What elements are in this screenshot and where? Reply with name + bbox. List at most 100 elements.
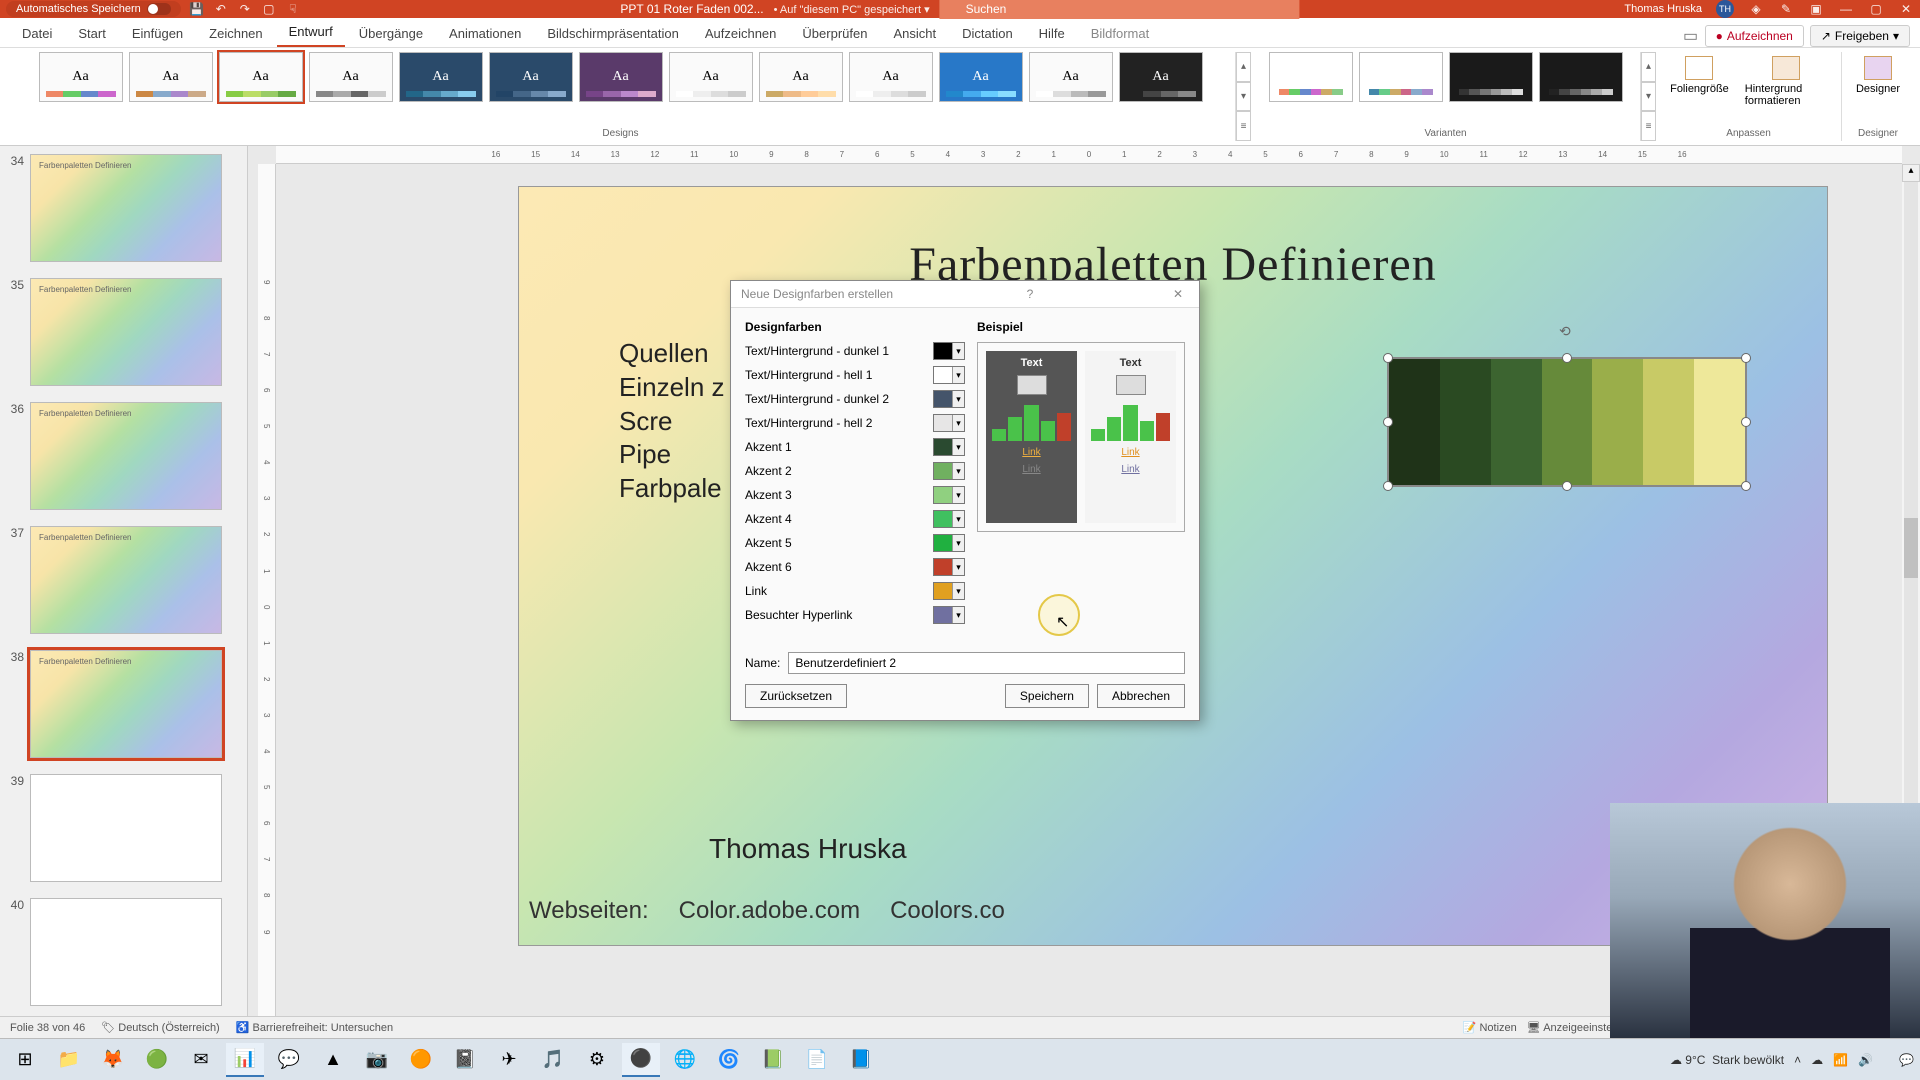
tab-ansicht[interactable]: Ansicht	[881, 20, 948, 47]
user-name[interactable]: Thomas Hruska	[1624, 3, 1702, 15]
theme-gallery-nav[interactable]: ▴▾≡	[1236, 52, 1251, 141]
color-picker-button[interactable]: ▾	[933, 390, 965, 408]
outlook-icon[interactable]: ✉	[182, 1043, 220, 1077]
share-button[interactable]: ↗ Freigeben ▾	[1810, 25, 1910, 47]
slide-position[interactable]: Folie 38 von 46	[10, 1022, 85, 1034]
variant-thumb[interactable]	[1449, 52, 1533, 102]
diamond-icon[interactable]: ◈	[1748, 1, 1764, 17]
slide-thumbnail[interactable]: Farbenpaletten Definieren	[30, 154, 222, 262]
theme-thumb[interactable]: Aa	[219, 52, 303, 102]
color-picker-button[interactable]: ▾	[933, 414, 965, 432]
theme-thumb[interactable]: Aa	[669, 52, 753, 102]
slide-thumbnail[interactable]	[30, 898, 222, 1006]
app-icon[interactable]: 🌐	[666, 1043, 704, 1077]
language-status[interactable]: 🏷 Deutsch (Österreich)	[101, 1021, 220, 1034]
weather-widget[interactable]: ☁ 9°C Stark bewölkt	[1670, 1053, 1784, 1067]
vlc-icon[interactable]: ▲	[314, 1043, 352, 1077]
app-icon[interactable]: 🟠	[402, 1043, 440, 1077]
accessibility-status[interactable]: ♿ Barrierefreiheit: Untersuchen	[236, 1021, 393, 1034]
collapse-ribbon-icon[interactable]: ▭	[1683, 28, 1699, 44]
variant-thumb[interactable]	[1359, 52, 1443, 102]
slide-body-text[interactable]: QuellenEinzeln zScrePipeFarbpale	[619, 337, 725, 506]
color-picker-button[interactable]: ▾	[933, 558, 965, 576]
tab-hilfe[interactable]: Hilfe	[1027, 20, 1077, 47]
color-picker-button[interactable]: ▾	[933, 606, 965, 624]
notifications-icon[interactable]: 💬	[1899, 1053, 1914, 1067]
theme-name-input[interactable]	[788, 652, 1185, 674]
slide-size-button[interactable]: Foliengröße	[1662, 52, 1737, 111]
powerpoint-icon[interactable]: 📊	[226, 1043, 264, 1077]
theme-thumb[interactable]: Aa	[939, 52, 1023, 102]
avatar[interactable]: TH	[1716, 0, 1734, 18]
telegram-icon[interactable]: ✈	[490, 1043, 528, 1077]
theme-thumb[interactable]: Aa	[399, 52, 483, 102]
variant-gallery[interactable]	[1269, 52, 1623, 102]
app-icon[interactable]: 💬	[270, 1043, 308, 1077]
tab-zeichnen[interactable]: Zeichnen	[197, 20, 274, 47]
theme-gallery[interactable]: AaAaAaAaAaAaAaAaAaAaAaAaAa	[39, 52, 1203, 102]
color-picker-button[interactable]: ▾	[933, 510, 965, 528]
tab-datei[interactable]: Datei	[10, 20, 64, 47]
tab-entwurf[interactable]: Entwurf	[277, 18, 345, 47]
save-button[interactable]: Speichern	[1005, 684, 1089, 708]
app-icon[interactable]: 📄	[798, 1043, 836, 1077]
color-picker-button[interactable]: ▾	[933, 342, 965, 360]
tray-chevron-icon[interactable]: ˄	[1794, 1053, 1801, 1067]
dialog-close-icon[interactable]: ✕	[1167, 287, 1189, 301]
reset-button[interactable]: Zurücksetzen	[745, 684, 847, 708]
theme-thumb[interactable]: Aa	[579, 52, 663, 102]
variant-thumb[interactable]	[1269, 52, 1353, 102]
tab-start[interactable]: Start	[66, 20, 117, 47]
from-start-icon[interactable]: ▢	[261, 1, 277, 17]
obs-icon[interactable]: ⚫	[622, 1043, 660, 1077]
theme-thumb[interactable]: Aa	[129, 52, 213, 102]
tab-aufzeichnen[interactable]: Aufzeichnen	[693, 20, 789, 47]
redo-icon[interactable]: ↷	[237, 1, 253, 17]
designer-button[interactable]: Designer	[1848, 52, 1908, 99]
cancel-button[interactable]: Abbrechen	[1097, 684, 1185, 708]
touch-icon[interactable]: ☟	[285, 1, 301, 17]
edge-icon[interactable]: 🌀	[710, 1043, 748, 1077]
tab-uebergaenge[interactable]: Übergänge	[347, 20, 435, 47]
palette-image[interactable]: ⟲	[1387, 357, 1747, 487]
slide-author[interactable]: Thomas Hruska	[709, 833, 907, 865]
tab-dictation[interactable]: Dictation	[950, 20, 1025, 47]
firefox-icon[interactable]: 🦊	[94, 1043, 132, 1077]
variant-gallery-nav[interactable]: ▴▾≡	[1641, 52, 1656, 141]
color-picker-button[interactable]: ▾	[933, 486, 965, 504]
document-title[interactable]: PPT 01 Roter Faden 002...	[620, 2, 763, 16]
rotate-handle-icon[interactable]: ⟲	[1559, 323, 1571, 340]
window-icon[interactable]: ▣	[1808, 1, 1824, 17]
toggle-off-icon[interactable]	[147, 3, 171, 15]
color-picker-button[interactable]: ▾	[933, 534, 965, 552]
app-icon[interactable]: ⚙	[578, 1043, 616, 1077]
maximize-icon[interactable]: ▢	[1868, 1, 1884, 17]
theme-thumb[interactable]: Aa	[39, 52, 123, 102]
tab-ueberpruefen[interactable]: Überprüfen	[790, 20, 879, 47]
app-icon[interactable]: 📷	[358, 1043, 396, 1077]
color-picker-button[interactable]: ▾	[933, 462, 965, 480]
undo-icon[interactable]: ↶	[213, 1, 229, 17]
tab-bildformat[interactable]: Bildformat	[1079, 20, 1162, 47]
minimize-icon[interactable]: —	[1838, 1, 1854, 17]
chrome-icon[interactable]: 🟢	[138, 1043, 176, 1077]
dialog-titlebar[interactable]: Neue Designfarben erstellen ? ✕	[731, 281, 1199, 308]
theme-thumb[interactable]: Aa	[849, 52, 933, 102]
record-button[interactable]: ● Aufzeichnen	[1705, 25, 1804, 47]
color-picker-button[interactable]: ▾	[933, 366, 965, 384]
theme-thumb[interactable]: Aa	[1029, 52, 1113, 102]
autosave-toggle[interactable]: Automatisches Speichern	[6, 1, 181, 17]
theme-thumb[interactable]: Aa	[759, 52, 843, 102]
close-icon[interactable]: ✕	[1898, 1, 1914, 17]
save-icon[interactable]: 💾	[189, 1, 205, 17]
explorer-icon[interactable]: 📁	[50, 1043, 88, 1077]
start-button[interactable]: ⊞	[6, 1043, 44, 1077]
notes-button[interactable]: 📝 Notizen	[1463, 1021, 1517, 1034]
search-input[interactable]	[940, 0, 1300, 19]
slide-thumbnail[interactable]: Farbenpaletten Definieren	[30, 526, 222, 634]
format-background-button[interactable]: Hintergrund formatieren	[1737, 52, 1835, 111]
help-icon[interactable]: ?	[1019, 287, 1042, 301]
drawing-icon[interactable]: ✎	[1778, 1, 1794, 17]
onenote-icon[interactable]: 📓	[446, 1043, 484, 1077]
slide-websites[interactable]: Webseiten: Color.adobe.com Coolors.co	[519, 897, 1005, 925]
